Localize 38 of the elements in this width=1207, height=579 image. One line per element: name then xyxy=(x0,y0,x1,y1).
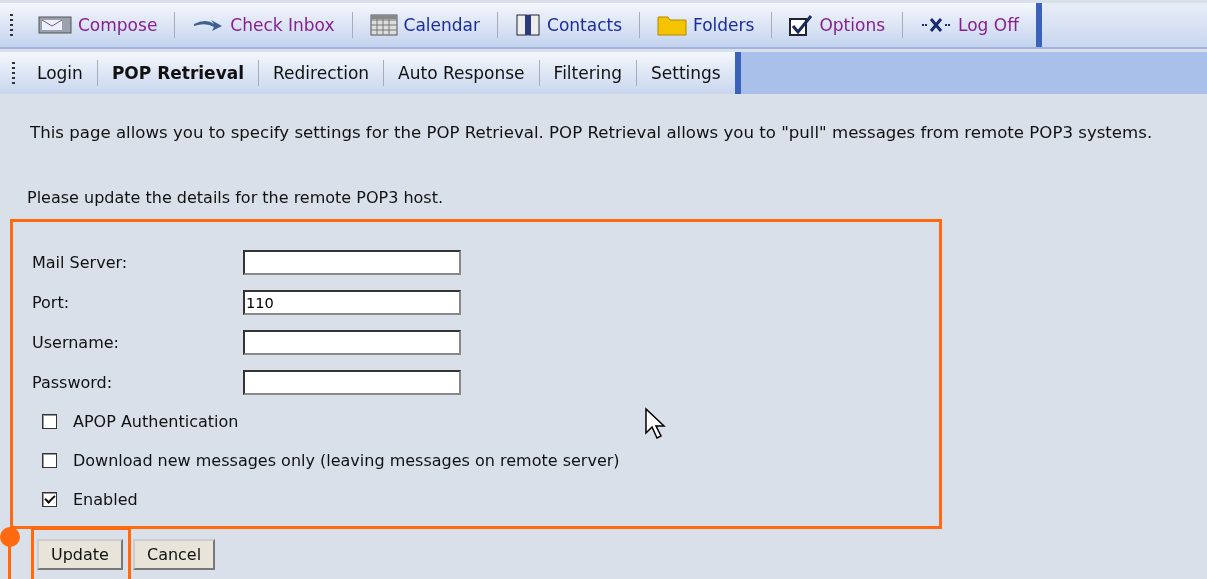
field-label: Port: xyxy=(32,292,71,312)
toolbar-link[interactable]: Options xyxy=(772,3,902,47)
toolbar-link[interactable]: Contacts xyxy=(498,3,639,47)
cross-icon xyxy=(920,17,952,33)
toolbar-link[interactable]: Folders xyxy=(640,3,772,47)
toolbar-link[interactable]: Log Off xyxy=(903,3,1036,47)
checkbox[interactable] xyxy=(42,414,57,429)
calendar-icon xyxy=(369,14,398,36)
tab[interactable]: Filtering xyxy=(539,52,636,94)
input-field[interactable] xyxy=(243,249,461,275)
input-field[interactable]: 110 xyxy=(243,289,461,315)
form-button[interactable]: Cancel xyxy=(132,539,216,570)
field-label: Password: xyxy=(32,372,114,392)
tab[interactable]: Redirection xyxy=(259,52,384,94)
checkbox[interactable] xyxy=(42,492,57,507)
envelope-icon xyxy=(38,15,72,35)
tab[interactable]: Login xyxy=(23,52,97,94)
form-button[interactable]: Update xyxy=(37,539,123,570)
checkbox-label: Enabled xyxy=(73,490,138,509)
field-label: Username: xyxy=(32,332,120,352)
toolbar-link[interactable]: Compose xyxy=(21,3,175,47)
tab[interactable]: Auto Response xyxy=(384,52,539,94)
checkbox-tick-icon xyxy=(789,14,814,36)
input-field[interactable] xyxy=(243,369,461,395)
checkbox[interactable] xyxy=(42,453,57,468)
book-icon xyxy=(515,14,541,36)
field-label: Mail Server: xyxy=(32,252,129,272)
checkbox-label: Download new messages only (leaving messages on remote server) xyxy=(73,451,620,470)
intro-text: This page allows you to specify settings for the POP Retrieval. POP Retrieval allows you to "pull" messages from remote POP3 systems. xyxy=(30,123,1154,142)
tab[interactable]: Settings xyxy=(637,52,735,94)
folder-icon xyxy=(657,14,687,36)
toolbar-link[interactable]: Check Inbox xyxy=(175,3,352,47)
instruction-text: Please update the details for the remote POP3 host. xyxy=(27,188,445,207)
input-field[interactable] xyxy=(243,329,461,355)
tab[interactable]: POP Retrieval xyxy=(97,52,259,94)
mouse-pointer-icon xyxy=(644,407,668,441)
toolbar-link[interactable]: Calendar xyxy=(352,3,497,47)
checkbox-label: APOP Authentication xyxy=(73,412,239,431)
